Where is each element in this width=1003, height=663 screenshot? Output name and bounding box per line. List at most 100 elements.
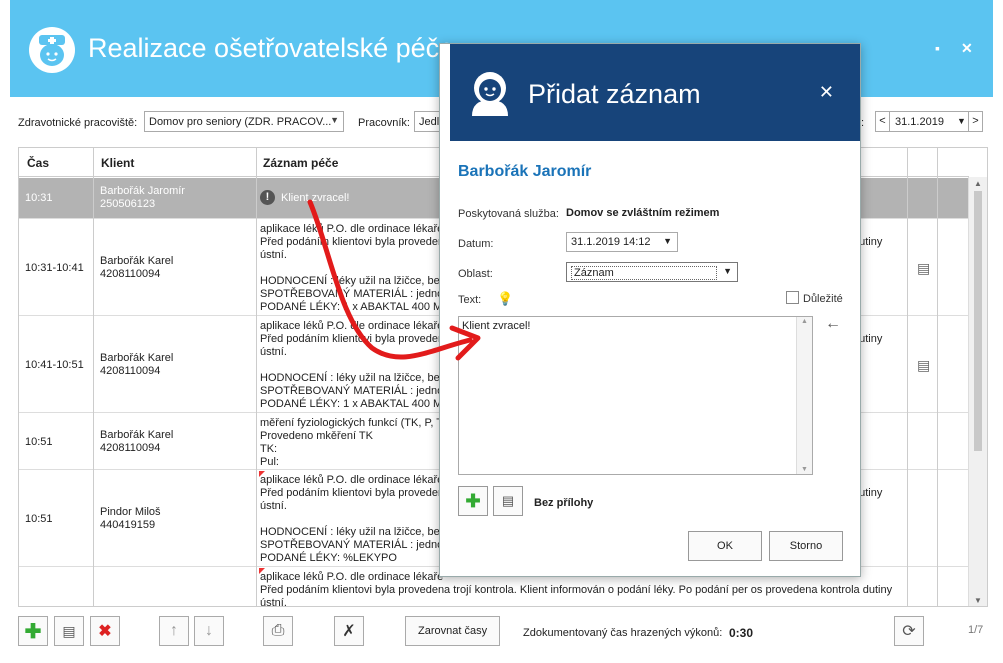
client-name: Barbořák Karel — [100, 352, 174, 364]
row-record: aplikace léků P.O. dle ordinace lékaře Př… — [260, 474, 440, 565]
grid-scrollbar[interactable]: ▲ ▼ — [968, 177, 987, 606]
record-line: Před podáním klientovi byla provedena tr… — [260, 584, 893, 596]
scrollbar-thumb[interactable] — [974, 191, 982, 451]
note-icon: ▤ — [501, 493, 515, 508]
service-value: Domov se zvláštním režimem — [566, 207, 720, 219]
record-line: Pul: — [260, 456, 279, 468]
workplace-value: Domov pro seniory (ZDR. PRACOV... — [149, 116, 332, 128]
cancel-button[interactable]: Storno — [769, 531, 843, 561]
row-time: 10:51 — [25, 436, 53, 448]
close-icon[interactable]: ✕ — [961, 40, 973, 57]
row-client: Barbořák Karel 4208110094 — [100, 255, 173, 281]
date-value: 31.1.2019 — [895, 116, 944, 128]
chevron-down-icon: ▼ — [330, 115, 339, 125]
scroll-up-icon[interactable]: ▲ — [801, 318, 808, 325]
date-picker[interactable]: < 31.1.2019 ▼ > — [875, 111, 983, 132]
dialog-title: Přidat záznam — [528, 79, 701, 109]
record-line: HODNOCENÍ : léky užil na lžičce, bez — [260, 526, 440, 538]
scroll-down-icon[interactable]: ▼ — [974, 596, 982, 605]
scroll-up-icon[interactable]: ▲ — [974, 179, 982, 188]
row-time: 10:31 — [25, 192, 53, 204]
close-icon[interactable]: ✕ — [819, 82, 834, 103]
record-line: aplikace léků P.O. dle ordinace lékaře — [260, 571, 444, 583]
maximize-icon[interactable]: ▪ — [935, 40, 940, 56]
client-name: Barbořák Karel — [100, 429, 174, 441]
record-line: SPOTŘEBOVANÝ MATERIÁL : jednorá — [260, 385, 440, 397]
column-header-client[interactable]: Klient — [101, 156, 134, 170]
row-time: 10:41-10:51 — [25, 359, 84, 371]
app-title: Realizace ošetřovatelské péče — [88, 33, 455, 63]
record-line: aplikace léků P.O. dle ordinace lékaře — [260, 320, 440, 332]
attachment-label: Bez přílohy — [534, 497, 594, 509]
edit-button[interactable]: ▤ — [54, 616, 84, 646]
documented-time-value: 0:30 — [729, 626, 754, 640]
chevron-down-icon: ▼ — [723, 266, 732, 276]
record-line: PODANÉ LÉKY: 1 x ABAKTAL 400 MG — [260, 301, 440, 313]
tools-button[interactable]: ✗ — [334, 616, 364, 646]
next-date-button[interactable]: > — [968, 112, 982, 131]
document-icon[interactable]: ▤ — [917, 357, 930, 374]
move-down-button[interactable]: ↓ — [194, 616, 224, 646]
scroll-down-icon[interactable]: ▼ — [801, 466, 808, 473]
page-indicator: 1/7 — [968, 624, 984, 636]
align-times-button[interactable]: Zarovnat časy — [405, 616, 501, 646]
text-label: Text: — [458, 294, 482, 306]
refresh-icon: ⟳ — [902, 623, 916, 640]
document-icon[interactable]: ▤ — [917, 260, 930, 277]
ok-button[interactable]: OK — [688, 531, 762, 561]
area-value: Záznam — [571, 266, 717, 280]
column-divider — [93, 148, 94, 606]
add-button[interactable]: ✚ — [18, 616, 48, 646]
client-id: 250506123 — [100, 198, 156, 210]
client-name: Barbořák Jaromír — [100, 185, 185, 197]
warning-icon: ! — [260, 190, 275, 205]
column-divider — [937, 148, 938, 606]
important-checkbox[interactable] — [786, 291, 799, 304]
record-line: Před podáním klientovi byla provedena — [260, 236, 440, 248]
column-header-record[interactable]: Záznam péče — [263, 156, 338, 170]
row-time: 10:31-10:41 — [25, 262, 84, 274]
print-button[interactable]: ⎙ — [263, 616, 293, 646]
prev-date-button[interactable]: < — [876, 112, 890, 131]
row-record: aplikace léků P.O. dle ordinace lékaře Př… — [260, 223, 440, 314]
textarea-scrollbar[interactable]: ▲ ▼ — [796, 317, 812, 474]
record-line: ústní. — [260, 249, 287, 261]
chevron-down-icon[interactable]: ▼ — [957, 116, 966, 126]
record-line: ústní. — [260, 346, 287, 358]
row-record: aplikace léků P.O. dle ordinace lékaře Př… — [260, 320, 440, 411]
record-text-input[interactable]: Klient zvracel! ▲ ▼ — [458, 316, 813, 475]
date-time-value: 31.1.2019 14:12 — [571, 236, 651, 248]
dialog-header: Přidat záznam ✕ — [450, 44, 860, 141]
client-id: 4208110094 — [100, 268, 161, 280]
record-line: Před podáním klientovi byla provedena — [260, 487, 440, 499]
area-label: Oblast: — [458, 268, 493, 280]
nurse-logo-icon — [29, 27, 75, 73]
row-client-name: Barbořák Jaromír 250506123 — [100, 185, 185, 211]
printer-icon: ⎙ — [271, 622, 285, 639]
arrow-left-icon[interactable]: ← — [825, 315, 841, 333]
refresh-button[interactable]: ⟳ — [894, 616, 924, 646]
add-attachment-button[interactable]: ✚ — [458, 486, 488, 516]
bottom-toolbar: ✚ ▤ ✖ ↑ ↓ ⎙ ✗ Zarovnat časy Zdokumentova… — [18, 614, 988, 650]
column-divider — [256, 148, 257, 606]
record-line: měření fyziologických funkcí (TK, P, T — [260, 417, 440, 429]
delete-button[interactable]: ✖ — [90, 616, 120, 646]
client-name: Barbořák Karel — [100, 255, 174, 267]
record-line: ústní. — [260, 500, 287, 512]
important-label: Důležité — [803, 293, 843, 305]
date-label: Datum: — [458, 238, 494, 250]
area-select[interactable]: Záznam ▼ — [566, 262, 738, 282]
workplace-select[interactable]: Domov pro seniory (ZDR. PRACOV... ▼ — [144, 111, 344, 132]
row-record: měření fyziologických funkcí (TK, P, T Pr… — [260, 417, 440, 469]
date-time-field[interactable]: 31.1.2019 14:12 ▼ — [566, 232, 678, 252]
row-client: Pindor Miloš 440419159 — [100, 506, 161, 532]
attachment-note-button[interactable]: ▤ — [493, 486, 523, 516]
worker-label: Pracovník: — [358, 117, 410, 129]
plus-icon: ✚ — [24, 620, 42, 643]
move-up-button[interactable]: ↑ — [159, 616, 189, 646]
row-client: Barbořák Karel 4208110094 — [100, 429, 173, 455]
plus-icon: ✚ — [465, 490, 481, 511]
lightbulb-icon[interactable]: 💡 — [497, 291, 513, 307]
record-line: PODANÉ LÉKY: %LEKYPO — [260, 552, 397, 564]
column-header-time[interactable]: Čas — [27, 156, 49, 170]
